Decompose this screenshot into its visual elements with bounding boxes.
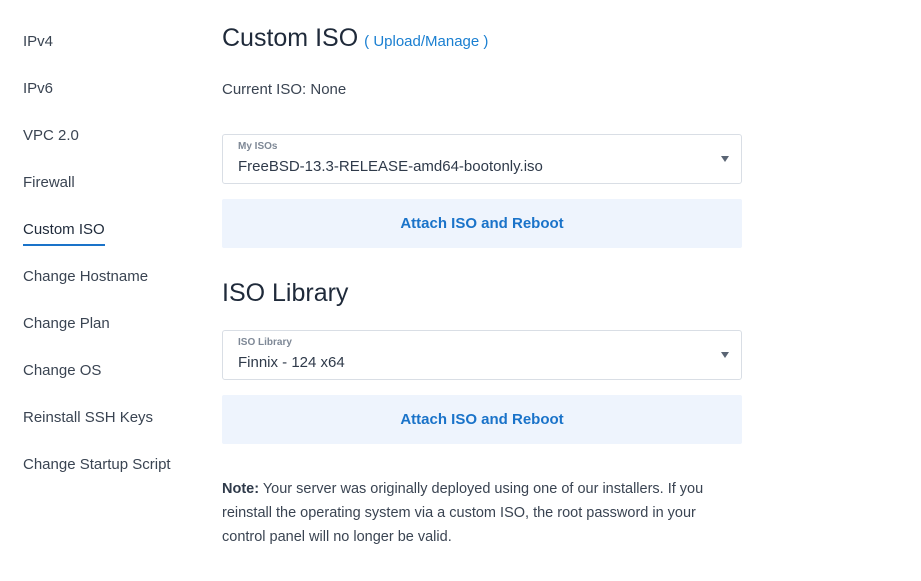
attach-custom-iso-button[interactable]: Attach ISO and Reboot — [222, 199, 742, 248]
sidebar-item-change-hostname[interactable]: Change Hostname — [23, 268, 148, 286]
sidebar-item-change-plan[interactable]: Change Plan — [23, 315, 110, 333]
my-isos-select-label: My ISOs — [238, 141, 278, 152]
iso-library-title: ISO Library — [222, 279, 349, 307]
custom-iso-heading: Custom ISO ( Upload/Manage ) — [222, 23, 488, 57]
sidebar-item-vpc[interactable]: VPC 2.0 — [23, 127, 79, 145]
upload-manage-link[interactable]: ( Upload/Manage ) — [364, 33, 488, 50]
iso-library-select-label: ISO Library — [238, 337, 292, 348]
chevron-down-icon — [721, 156, 729, 162]
sidebar-item-custom-iso[interactable]: Custom ISO — [23, 221, 105, 246]
note-text: Your server was originally deployed usin… — [222, 481, 704, 545]
iso-library-select-value: Finnix - 124 x64 — [238, 354, 345, 371]
sidebar-item-ipv4[interactable]: IPv4 — [23, 33, 53, 51]
sidebar-item-reinstall-ssh-keys[interactable]: Reinstall SSH Keys — [23, 409, 153, 427]
reinstall-note: Note: Your server was originally deploye… — [222, 477, 732, 549]
sidebar-item-ipv6[interactable]: IPv6 — [23, 80, 53, 98]
chevron-down-icon — [721, 352, 729, 358]
iso-library-select[interactable]: ISO Library Finnix - 124 x64 — [222, 330, 742, 380]
note-label: Note: — [222, 481, 260, 497]
custom-iso-title: Custom ISO — [222, 24, 359, 52]
sidebar-item-change-startup-script[interactable]: Change Startup Script — [23, 456, 171, 474]
attach-library-iso-button[interactable]: Attach ISO and Reboot — [222, 395, 742, 444]
my-isos-select-value: FreeBSD-13.3-RELEASE-amd64-bootonly.iso — [238, 158, 543, 175]
sidebar-item-change-os[interactable]: Change OS — [23, 362, 101, 380]
my-isos-select[interactable]: My ISOs FreeBSD-13.3-RELEASE-amd64-booto… — [222, 134, 742, 184]
current-iso-status: Current ISO: None — [222, 81, 347, 98]
sidebar-item-firewall[interactable]: Firewall — [23, 174, 75, 192]
